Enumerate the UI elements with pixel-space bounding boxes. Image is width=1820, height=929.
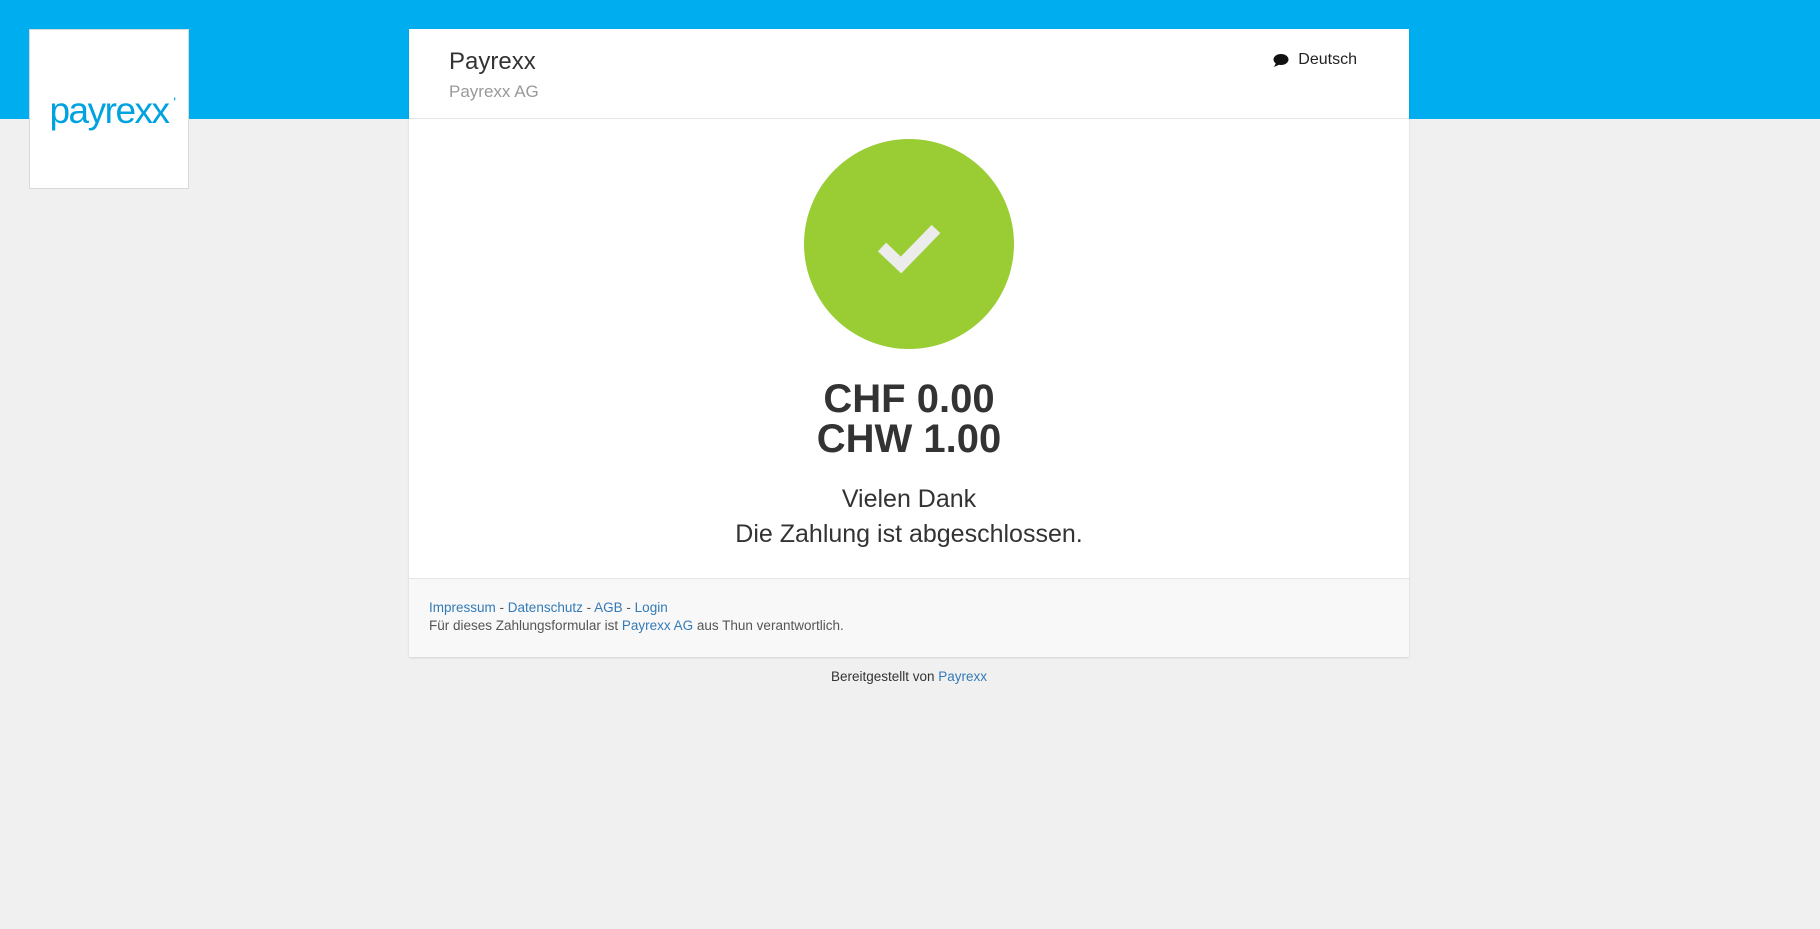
merchant-company: Payrexx AG <box>449 82 539 101</box>
payrexx-link[interactable]: Payrexx <box>938 669 987 684</box>
responsibility-prefix: Für dieses Zahlungsformular ist <box>429 618 619 633</box>
check-icon <box>877 224 941 274</box>
brand-logo: payrexx ' <box>29 29 189 189</box>
amounts: CHF 0.00 CHW 1.00 <box>409 379 1409 459</box>
impressum-link[interactable]: Impressum <box>429 600 496 615</box>
link-separator: - <box>626 600 631 615</box>
chat-bubble-icon <box>1273 53 1289 67</box>
language-switcher[interactable]: Deutsch <box>1272 51 1357 69</box>
login-link[interactable]: Login <box>635 600 668 615</box>
datenschutz-link[interactable]: Datenschutz <box>508 600 583 615</box>
success-indicator <box>804 139 1014 349</box>
powered-by-prefix: Bereitgestellt von <box>830 669 935 684</box>
language-label: Deutsch <box>1298 51 1357 68</box>
payment-complete-line: Die Zahlung ist abgeschlossen. <box>735 520 1083 548</box>
card-header: Payrexx Payrexx AG Deutsch <box>409 29 1409 119</box>
thanks-line: Vielen Dank <box>841 485 977 513</box>
logo-text: payrexx <box>49 90 170 131</box>
link-separator: - <box>499 600 505 615</box>
link-separator: - <box>586 600 592 615</box>
card-body: CHF 0.00 CHW 1.00 Vielen Dank Die Zahlun… <box>409 119 1409 578</box>
logo-mark: ' <box>173 94 176 110</box>
payment-card: Payrexx Payrexx AG Deutsch CHF 0.00 CHW … <box>409 29 1409 657</box>
footer-links: Impressum - Datenschutz - AGB - Login <box>429 599 1389 617</box>
amount-primary: CHF 0.00 <box>823 377 995 421</box>
card-footer: Impressum - Datenschutz - AGB - Login Fü… <box>409 578 1409 657</box>
merchant-name: Payrexx <box>449 48 536 75</box>
powered-by: Bereitgestellt von Payrexx <box>409 669 1409 684</box>
amount-secondary: CHW 1.00 <box>816 417 1002 461</box>
confirmation-message: Vielen Dank Die Zahlung ist abgeschlosse… <box>409 482 1409 552</box>
responsibility-note: Für dieses Zahlungsformular ist Payrexx … <box>429 617 1389 635</box>
agb-link[interactable]: AGB <box>594 600 623 615</box>
company-link[interactable]: Payrexx AG <box>622 618 693 633</box>
responsibility-suffix: aus Thun verantwortlich. <box>696 618 844 633</box>
